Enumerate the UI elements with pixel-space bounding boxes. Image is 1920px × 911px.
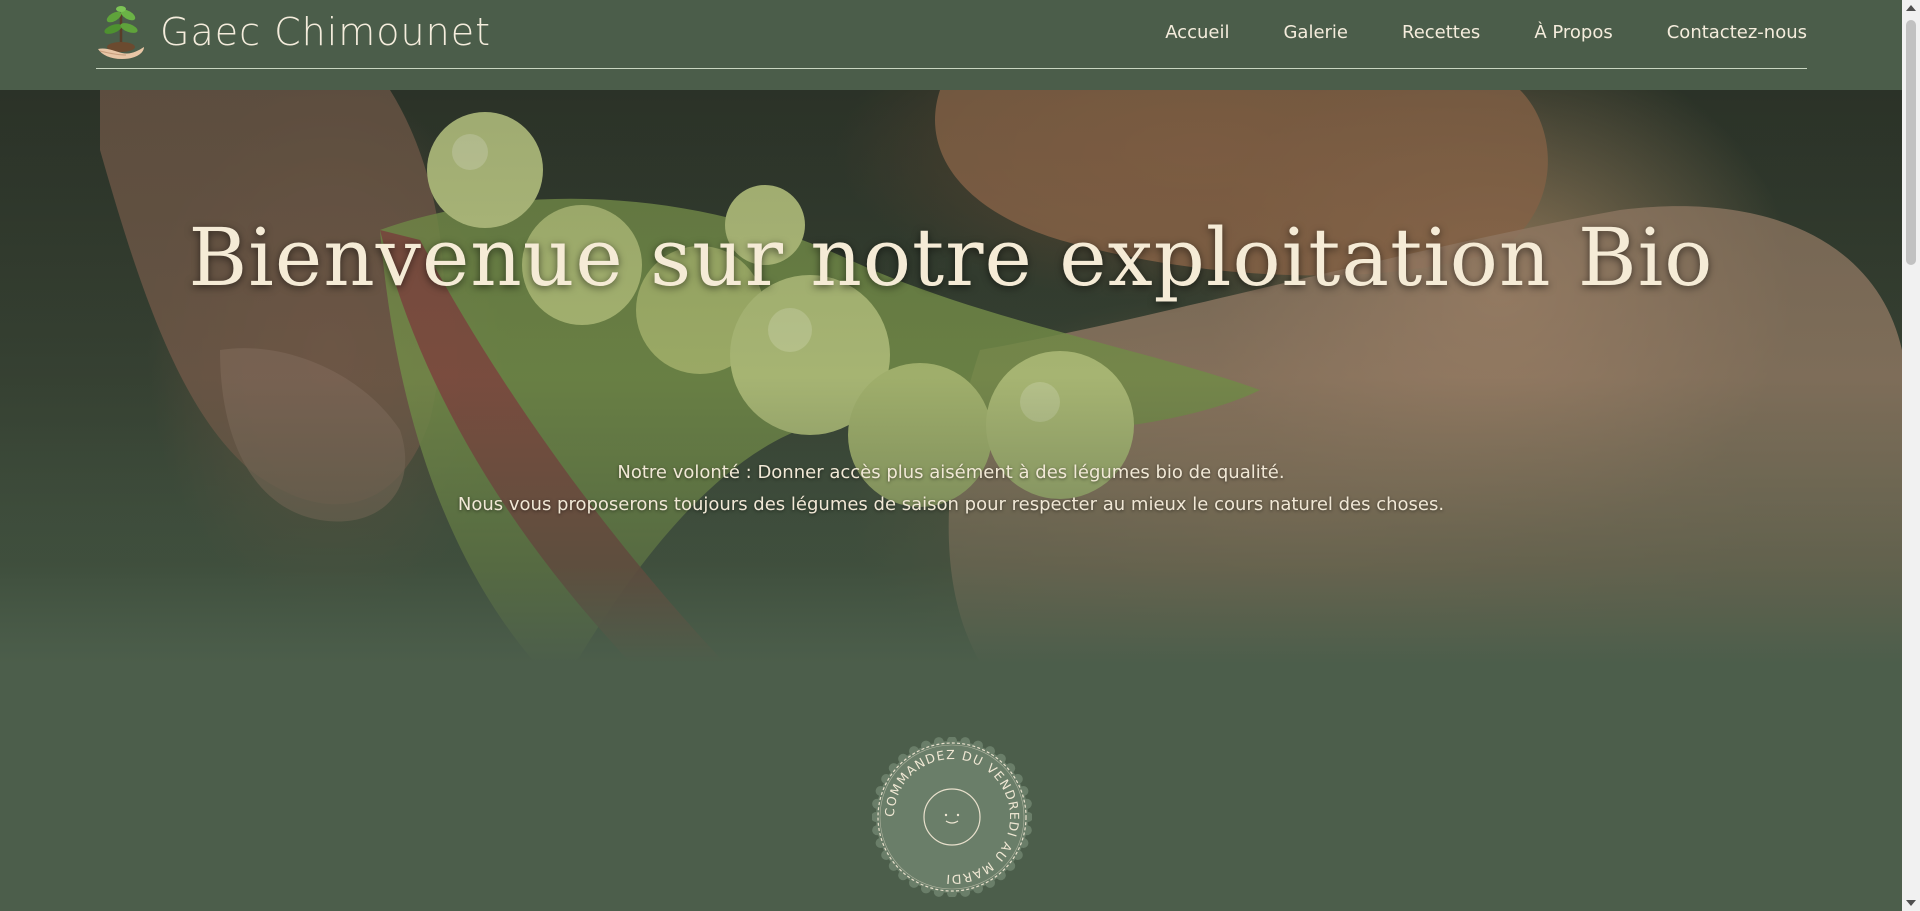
nav-item-galerie[interactable]: Galerie [1283, 20, 1348, 46]
nav-item-recettes[interactable]: Recettes [1402, 20, 1480, 46]
hero-description-line-2: Nous vous proposerons toujours des légum… [457, 494, 1445, 515]
nav-item-a-propos[interactable]: À Propos [1534, 20, 1612, 46]
scrollbar-thumb[interactable] [1906, 20, 1916, 265]
hero-description: Notre volonté : Donner accès plus aiséme… [0, 457, 1902, 521]
main-nav: Accueil Galerie Recettes À Propos Contac… [1111, 20, 1807, 46]
hero-description-line-1: Notre volonté : Donner accès plus aiséme… [617, 462, 1285, 483]
seedling-in-hand-icon[interactable] [96, 3, 146, 61]
hero-title: Bienvenue sur notre exploitation Bio [188, 211, 1714, 304]
page: Bienvenue sur notre exploitation Bio Not… [0, 0, 1920, 911]
nav-item-contactez-nous[interactable]: Contactez-nous [1667, 20, 1807, 46]
nav-item-accueil[interactable]: Accueil [1165, 20, 1229, 46]
header-divider [96, 68, 1807, 69]
vertical-scrollbar[interactable] [1902, 0, 1920, 911]
scroll-down-arrow-icon[interactable] [1906, 900, 1916, 906]
site-header: Gaec Chimounet Accueil Galerie Recettes … [0, 0, 1902, 90]
site-title[interactable]: Gaec Chimounet [160, 6, 491, 58]
scroll-up-arrow-icon[interactable] [1906, 5, 1916, 11]
order-days-badge: COMMANDEZ DU VENDREDI AU MARDI [872, 737, 1032, 897]
